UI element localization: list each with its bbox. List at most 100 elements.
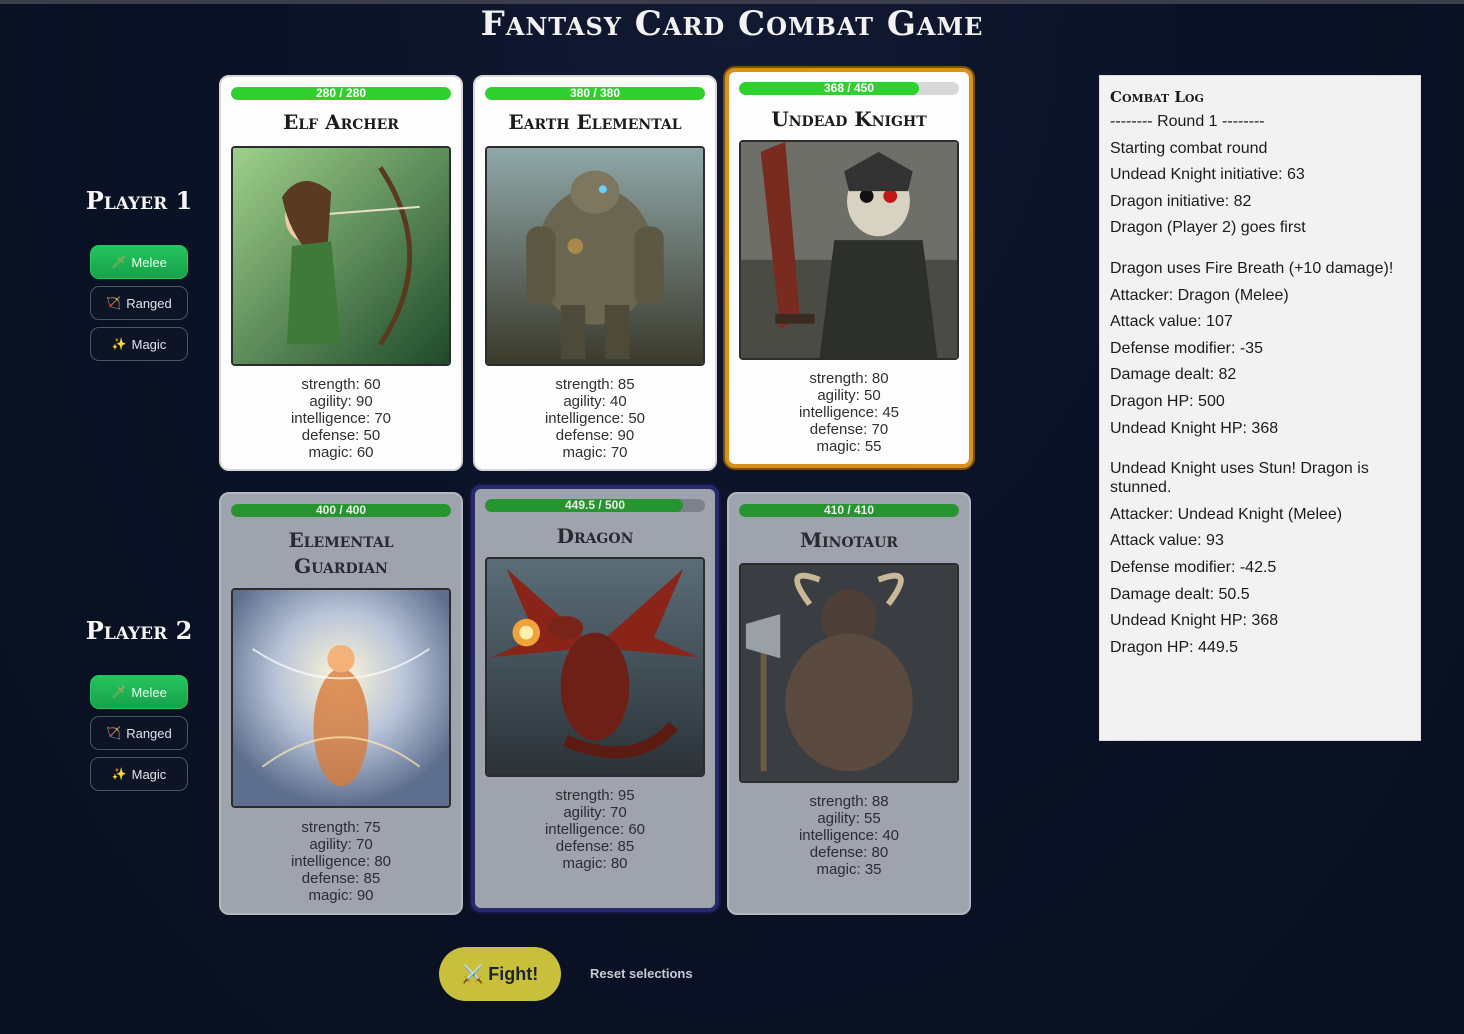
wand-icon: ✨ [111,337,127,351]
log-line: Undead Knight uses Stun! Dragon is stunn… [1110,460,1369,497]
stat-defense: defense: 85 [301,870,381,887]
stat-agility: agility: 40 [563,393,627,410]
card-stats: strength: 75 agility: 70 intelligence: 8… [221,819,461,904]
stat-defense: defense: 50 [301,427,381,444]
log-line: Undead Knight HP: 368 [1110,419,1279,437]
card-image-minotaur [739,563,959,783]
p1-magic-button[interactable]: ✨ Magic [90,327,188,361]
combat-log[interactable]: Combat Log -------- Round 1 -------- Star… [1099,75,1421,741]
player-2-label: Player 2 [85,616,193,645]
card-image-elf-archer [231,146,451,366]
card-name: Dragon [556,524,634,548]
fight-button[interactable]: ⚔️ Fight! [439,947,561,1001]
log-line: Starting combat round [1110,139,1268,157]
stat-defense: defense: 70 [809,421,889,438]
reset-selections-link[interactable]: Reset selections [590,966,693,981]
hp-bar: 380 / 380 [485,87,705,100]
stat-magic: magic: 70 [562,444,628,461]
crossed-swords-icon: ⚔️ [461,963,485,984]
card-stats: strength: 60 agility: 90 intelligence: 7… [221,376,461,461]
card-minotaur[interactable]: 410 / 410 Minotaur strength: 88 agility:… [727,492,971,915]
stat-agility: agility: 70 [563,804,627,821]
stat-defense: defense: 85 [555,838,635,855]
card-name: Undead Knight [771,107,927,131]
hp-text: 410 / 410 [823,504,875,517]
stat-intelligence: intelligence: 40 [798,827,900,844]
log-line: Attack value: 107 [1110,313,1233,331]
hp-text: 380 / 380 [569,87,621,100]
sword-icon: 🗡 [111,255,127,269]
stat-strength: strength: 95 [555,787,635,804]
stat-strength: strength: 85 [555,376,635,393]
log-line: Undead Knight HP: 368 [1110,612,1279,630]
stat-intelligence: intelligence: 45 [798,404,900,421]
combat-log-lines: -------- Round 1 -------- Starting combat… [1110,112,1410,657]
card-earth-elemental[interactable]: 380 / 380 Earth Elemental strength: 85 a… [473,75,717,471]
bow-icon: 🏹 [106,726,122,740]
log-line: Undead Knight initiative: 63 [1110,166,1305,184]
card-image-earth-elemental [485,146,705,366]
card-image-dragon [485,557,705,777]
card-image-elemental-guardian [231,588,451,808]
stat-strength: strength: 80 [809,370,889,387]
stat-magic: magic: 90 [308,887,374,904]
card-stats: strength: 80 agility: 50 intelligence: 4… [729,370,969,455]
p1-ranged-button[interactable]: 🏹 Ranged [90,286,188,320]
hp-text: 400 / 400 [315,504,367,517]
card-undead-knight[interactable]: 368 / 450 Undead Knight strength: 80 agi… [725,68,973,468]
log-line: Attacker: Dragon (Melee) [1110,286,1289,304]
p2-ranged-button[interactable]: 🏹 Ranged [90,716,188,750]
stat-strength: strength: 75 [301,819,381,836]
stat-intelligence: intelligence: 70 [290,410,392,427]
p2-melee-button[interactable]: 🗡 Melee [90,675,188,709]
log-line: Damage dealt: 82 [1110,366,1237,384]
log-line: Defense modifier: -42.5 [1110,558,1277,576]
wand-icon: ✨ [111,767,127,781]
card-name: Elf Archer [283,110,399,134]
sword-icon: 🗡 [111,685,127,699]
log-line: Dragon (Player 2) goes first [1110,219,1306,237]
stat-agility: agility: 50 [817,387,881,404]
hp-text: 280 / 280 [315,87,367,100]
stat-strength: strength: 60 [301,376,381,393]
log-spacer [1110,445,1410,459]
stat-defense: defense: 80 [809,844,889,861]
page-title: Fantasy Card Combat Game [480,4,984,44]
card-stats: strength: 95 agility: 70 intelligence: 6… [475,787,715,872]
combat-log-title: Combat Log [1110,88,1204,106]
log-spacer [1110,245,1410,259]
hp-bar: 410 / 410 [739,504,959,517]
card-elf-archer[interactable]: 280 / 280 Elf Archer strength: 60 agilit… [219,75,463,471]
card-stats: strength: 88 agility: 55 intelligence: 4… [729,793,969,878]
card-dragon[interactable]: 449.5 / 500 Dragon strength: 95 agility:… [471,485,719,912]
p2-magic-button[interactable]: ✨ Magic [90,757,188,791]
log-line: Dragon HP: 449.5 [1110,638,1239,656]
card-elemental-guardian[interactable]: 400 / 400 Elemental Guardian strength: 7… [219,492,463,915]
log-line: Defense modifier: -35 [1110,339,1263,357]
log-line: Dragon HP: 500 [1110,392,1225,410]
stat-magic: magic: 80 [562,855,628,872]
hp-text: 449.5 / 500 [564,499,626,512]
stat-agility: agility: 55 [817,810,881,827]
log-line: Dragon uses Fire Breath (+10 damage)! [1110,259,1394,277]
stat-defense: defense: 90 [555,427,635,444]
stat-magic: magic: 60 [308,444,374,461]
p1-melee-button[interactable]: 🗡 Melee [90,245,188,279]
stat-agility: agility: 90 [309,393,373,410]
hp-bar: 449.5 / 500 [485,499,705,512]
stat-intelligence: intelligence: 50 [544,410,646,427]
card-name: Earth Elemental [508,110,682,134]
log-line: Attack value: 93 [1110,532,1224,550]
hp-text: 368 / 450 [823,82,875,95]
player-1-label: Player 1 [85,186,193,215]
stat-magic: magic: 35 [816,861,882,878]
stat-agility: agility: 70 [309,836,373,853]
hp-bar: 400 / 400 [231,504,451,517]
card-name: Minotaur [799,528,899,552]
stat-intelligence: intelligence: 60 [544,821,646,838]
card-name: Elemental Guardian [288,528,394,578]
stat-magic: magic: 55 [816,438,882,455]
log-line: Damage dealt: 50.5 [1110,585,1250,603]
card-image-undead-knight [739,140,959,360]
bow-icon: 🏹 [106,296,122,310]
